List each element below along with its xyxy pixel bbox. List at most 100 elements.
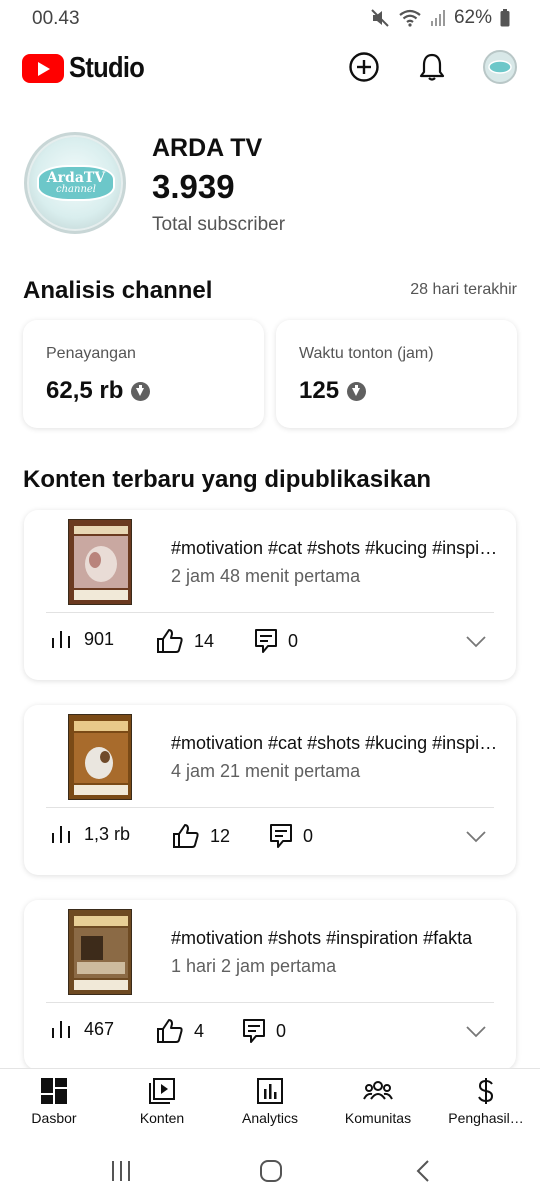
views-stat: 1,3 rb — [50, 823, 130, 845]
views-label: Penayangan — [46, 345, 136, 362]
views-value: 62,5 rb — [46, 377, 124, 404]
back-button[interactable] — [415, 1159, 431, 1188]
signal-icon — [430, 9, 446, 27]
views-stat: 467 — [50, 1018, 114, 1040]
channel-name: ARDA TV — [152, 134, 263, 162]
likes-stat: 12 — [172, 823, 230, 849]
status-bar: 00.43 62% — [0, 0, 540, 36]
channel-logo-subtext: channel — [56, 183, 96, 195]
watch-time-label: Waktu tonton (jam) — [299, 345, 434, 362]
video-thumbnail[interactable] — [68, 519, 132, 605]
comments-count: 0 — [303, 825, 314, 846]
video-period: 1 hari 2 jam pertama — [171, 956, 337, 976]
analytics-icon — [257, 1078, 283, 1104]
channel-logo-text: ArdaTV — [46, 169, 106, 186]
nav-label: Dasbor — [31, 1110, 77, 1126]
likes-stat: 14 — [156, 628, 214, 654]
wifi-icon — [398, 8, 422, 28]
likes-count: 14 — [194, 630, 215, 651]
nav-community[interactable]: Komunitas — [328, 1077, 428, 1126]
nav-label: Komunitas — [344, 1110, 412, 1126]
video-thumbnail[interactable] — [68, 714, 132, 800]
channel-avatar[interactable]: ArdaTV channel — [24, 132, 126, 234]
dollar-icon — [478, 1078, 494, 1104]
bar-chart-icon — [52, 631, 70, 648]
nav-label: Analytics — [241, 1110, 299, 1126]
battery-icon — [500, 9, 510, 27]
comments-stat: 0 — [242, 1018, 286, 1044]
dashboard-icon — [41, 1078, 67, 1104]
nav-label: Konten — [139, 1110, 185, 1126]
likes-count: 4 — [194, 1020, 205, 1041]
nav-content[interactable]: Konten — [112, 1077, 212, 1126]
video-thumbnail[interactable] — [68, 909, 132, 995]
community-icon — [363, 1081, 393, 1100]
bar-chart-icon — [52, 1021, 70, 1038]
nav-dashboard[interactable]: Dasbor — [4, 1077, 104, 1126]
channel-header: ArdaTV channel ARDA TV 3.939 Total subsc… — [24, 132, 524, 242]
recent-content-title: Konten terbaru yang dipublikasikan — [23, 466, 432, 493]
video-card[interactable]: #motivation #shots #inspiration #fakta 1… — [24, 900, 516, 1070]
nav-analytics[interactable]: Analytics — [220, 1077, 320, 1126]
likes-count: 12 — [210, 825, 231, 846]
video-card[interactable]: #motivation #cat #shots #kucing #inspira… — [24, 510, 516, 680]
battery-level: 62% — [453, 7, 492, 28]
nav-earn[interactable]: Penghasil… — [436, 1077, 536, 1126]
watch-time-card[interactable]: Waktu tonton (jam) 125 — [276, 320, 517, 428]
video-period: 4 jam 21 menit pertama — [171, 761, 361, 781]
video-period: 2 jam 48 menit pertama — [171, 566, 361, 586]
chevron-down-icon[interactable] — [466, 635, 486, 653]
video-title[interactable]: #motivation #cat #shots #kucing #inspira… — [171, 733, 501, 754]
create-button[interactable] — [347, 50, 381, 84]
youtube-play-icon — [22, 54, 64, 83]
system-navigation-bar — [0, 1140, 540, 1204]
recent-apps-button[interactable] — [110, 1160, 132, 1187]
video-title[interactable]: #motivation #shots #inspiration #fakta — [171, 928, 501, 949]
comments-stat: 0 — [254, 628, 298, 654]
mute-icon — [370, 8, 390, 28]
app-bar: Studio — [0, 44, 540, 90]
chevron-down-icon[interactable] — [466, 830, 486, 848]
comment-icon — [243, 1019, 265, 1043]
channel-logo: ArdaTV channel — [37, 165, 115, 201]
home-button[interactable] — [259, 1159, 283, 1188]
likes-stat: 4 — [156, 1018, 204, 1044]
content-icon — [149, 1078, 175, 1104]
status-time: 00.43 — [32, 8, 80, 29]
notifications-button[interactable] — [415, 50, 449, 84]
analytics-title: Analisis channel — [23, 277, 213, 304]
views-count: 901 — [84, 628, 115, 649]
app-title: Studio — [69, 52, 145, 84]
bell-icon — [419, 53, 445, 81]
chevron-down-icon[interactable] — [466, 1025, 486, 1043]
comments-stat: 0 — [269, 823, 313, 849]
video-card[interactable]: #motivation #cat #shots #kucing #inspira… — [24, 705, 516, 875]
views-count: 1,3 rb — [84, 823, 131, 844]
trend-down-icon — [347, 381, 367, 401]
subscriber-count: 3.939 — [152, 168, 235, 205]
comment-icon — [255, 629, 277, 653]
account-avatar-button[interactable] — [483, 50, 517, 84]
trend-down-icon — [131, 381, 151, 401]
bottom-navigation: Dasbor Konten Analytics Komunitas Pengha… — [0, 1068, 540, 1138]
recent-apps-icon — [112, 1161, 130, 1181]
video-title[interactable]: #motivation #cat #shots #kucing #inspira… — [171, 538, 501, 559]
back-icon — [416, 1160, 429, 1182]
watch-time-value: 125 — [299, 377, 340, 404]
thumb-up-icon — [173, 824, 199, 848]
views-card[interactable]: Penayangan 62,5 rb — [23, 320, 264, 428]
bar-chart-icon — [52, 826, 70, 843]
studio-logo[interactable]: Studio — [22, 52, 154, 85]
avatar — [483, 50, 517, 84]
add-circle-icon — [349, 52, 379, 82]
divider — [46, 807, 494, 808]
subscriber-label: Total subscriber — [152, 214, 286, 235]
comments-count: 0 — [288, 630, 299, 651]
divider — [46, 1002, 494, 1003]
views-count: 467 — [84, 1018, 115, 1039]
comment-icon — [270, 824, 292, 848]
thumb-up-icon — [157, 1019, 183, 1043]
views-stat: 901 — [50, 628, 114, 650]
analytics-period: 28 hari terakhir — [410, 281, 517, 298]
thumb-up-icon — [157, 629, 183, 653]
